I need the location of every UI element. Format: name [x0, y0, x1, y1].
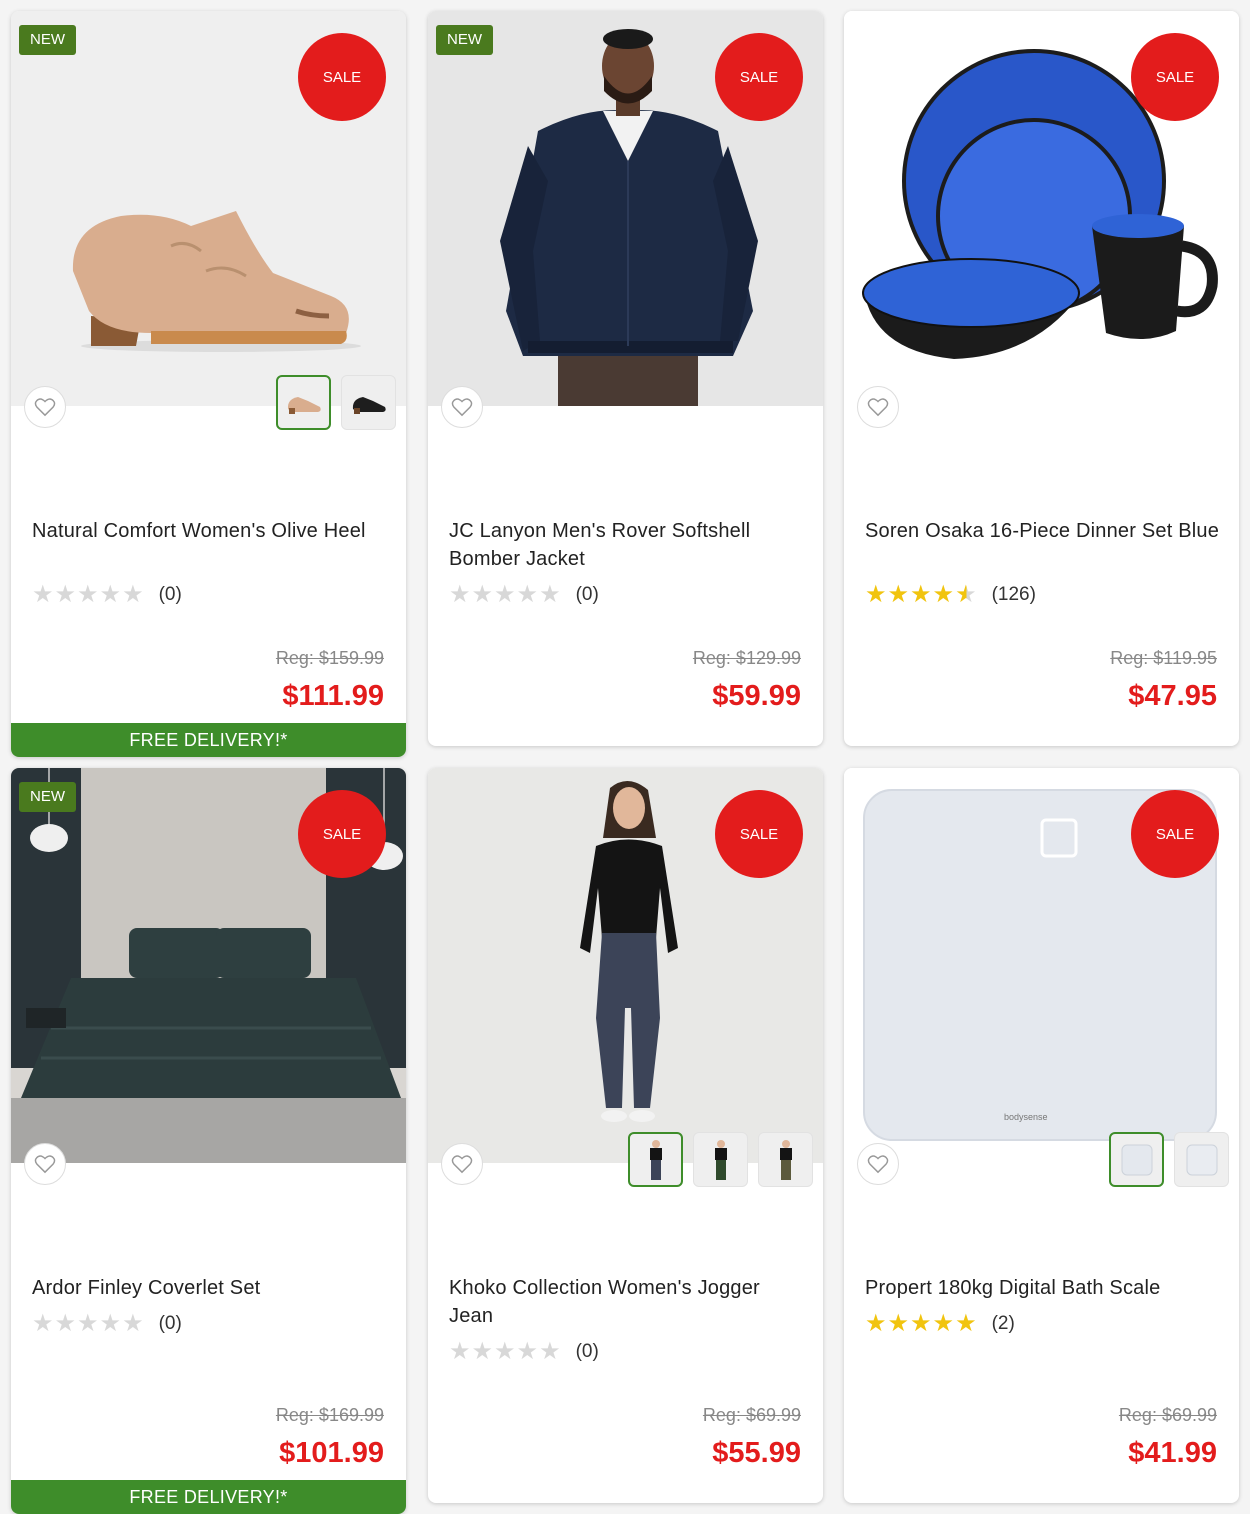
thumbnail-scale-angle[interactable] — [1174, 1132, 1229, 1187]
thumbnail-khaki-jogger[interactable] — [758, 1132, 813, 1187]
regular-price: Reg: $169.99 — [275, 1405, 384, 1425]
product-grid: NEW SALE Natural Comfort Women's Olive H… — [0, 0, 1250, 1514]
product-title[interactable]: Khoko Collection Women's Jogger Jean — [449, 1274, 804, 1330]
regular-price: Reg: $159.99 — [275, 648, 384, 668]
star-rating: ★★★★★ — [865, 1310, 978, 1337]
sale-price: $111.99 — [282, 680, 384, 712]
thumbnail-olive-jogger[interactable] — [693, 1132, 748, 1187]
new-badge: NEW — [19, 782, 76, 812]
rating: ★★★★★ (0) — [32, 583, 182, 607]
sale-badge: SALE — [1131, 33, 1219, 121]
rating-count: (0) — [158, 584, 182, 605]
product-card[interactable]: bodysense SALE Propert 180kg Digital Bat… — [844, 768, 1239, 1503]
sale-price: $41.99 — [1128, 1437, 1217, 1469]
rating: ★★★★★ (126) — [865, 583, 1036, 607]
thumbnail-strip — [628, 1132, 813, 1187]
heart-icon[interactable] — [857, 1143, 899, 1185]
brand-logo: bodysense — [1004, 1112, 1048, 1122]
heart-icon[interactable] — [441, 1143, 483, 1185]
regular-price: Reg: $119.95 — [1110, 648, 1217, 668]
rating-count: (0) — [575, 584, 599, 605]
sale-price: $101.99 — [279, 1437, 384, 1469]
new-badge: NEW — [19, 25, 76, 55]
thumbnail-navy-jogger[interactable] — [628, 1132, 683, 1187]
product-card[interactable]: NEW SALE Natural Comfort Women's Olive H… — [11, 11, 406, 757]
star-rating: ★★★★★ — [865, 581, 978, 608]
rating-count: (0) — [158, 1313, 182, 1334]
rating: ★★★★★ (0) — [32, 1312, 182, 1336]
thumbnail-strip — [276, 375, 396, 430]
regular-price: Reg: $129.99 — [692, 648, 801, 668]
heart-icon[interactable] — [441, 386, 483, 428]
sale-price: $55.99 — [712, 1437, 801, 1469]
star-rating: ★★★★★ — [449, 1338, 562, 1365]
heart-icon[interactable] — [857, 386, 899, 428]
product-title[interactable]: Soren Osaka 16-Piece Dinner Set Blue — [865, 517, 1220, 545]
product-title[interactable]: Propert 180kg Digital Bath Scale — [865, 1274, 1220, 1302]
sale-badge: SALE — [715, 790, 803, 878]
regular-price: Reg: $69.99 — [702, 1405, 801, 1425]
thumbnail-black-shoe[interactable] — [341, 375, 396, 430]
free-delivery-banner: FREE DELIVERY!* — [11, 723, 406, 757]
heart-icon[interactable] — [24, 386, 66, 428]
rating: ★★★★★ (0) — [449, 583, 599, 607]
thumbnail-strip — [1109, 1132, 1229, 1187]
rating-count: (126) — [991, 584, 1036, 605]
sale-badge: SALE — [715, 33, 803, 121]
rating: ★★★★★ (0) — [449, 1340, 599, 1364]
product-title[interactable]: Natural Comfort Women's Olive Heel — [32, 517, 387, 545]
star-rating: ★★★★★ — [449, 581, 562, 608]
new-badge: NEW — [436, 25, 493, 55]
thumbnail-tan-shoe[interactable] — [276, 375, 331, 430]
sale-price: $59.99 — [712, 680, 801, 712]
product-title[interactable]: Ardor Finley Coverlet Set — [32, 1274, 387, 1302]
product-card[interactable]: SALE Soren Osaka 16-Piece Dinner Set Blu… — [844, 11, 1239, 746]
regular-price: Reg: $69.99 — [1118, 1405, 1217, 1425]
thumbnail-scale-front[interactable] — [1109, 1132, 1164, 1187]
product-card[interactable]: SALE Khoko Collection Women's Jogger Jea… — [428, 768, 823, 1503]
product-title[interactable]: JC Lanyon Men's Rover Softshell Bomber J… — [449, 517, 804, 573]
rating-count: (0) — [575, 1341, 599, 1362]
product-card[interactable]: NEW SALE JC Lanyon Men's Rover Softshell… — [428, 11, 823, 746]
star-rating: ★★★★★ — [32, 1310, 145, 1337]
sale-badge: SALE — [298, 790, 386, 878]
sale-badge: SALE — [298, 33, 386, 121]
rating-count: (2) — [991, 1313, 1015, 1334]
star-rating: ★★★★★ — [32, 581, 145, 608]
sale-price: $47.95 — [1128, 680, 1217, 712]
free-delivery-banner: FREE DELIVERY!* — [11, 1480, 406, 1514]
product-card[interactable]: NEW SALE Ardor Finley Coverlet Set ★★★★★… — [11, 768, 406, 1514]
heart-icon[interactable] — [24, 1143, 66, 1185]
sale-badge: SALE — [1131, 790, 1219, 878]
rating: ★★★★★ (2) — [865, 1312, 1015, 1336]
